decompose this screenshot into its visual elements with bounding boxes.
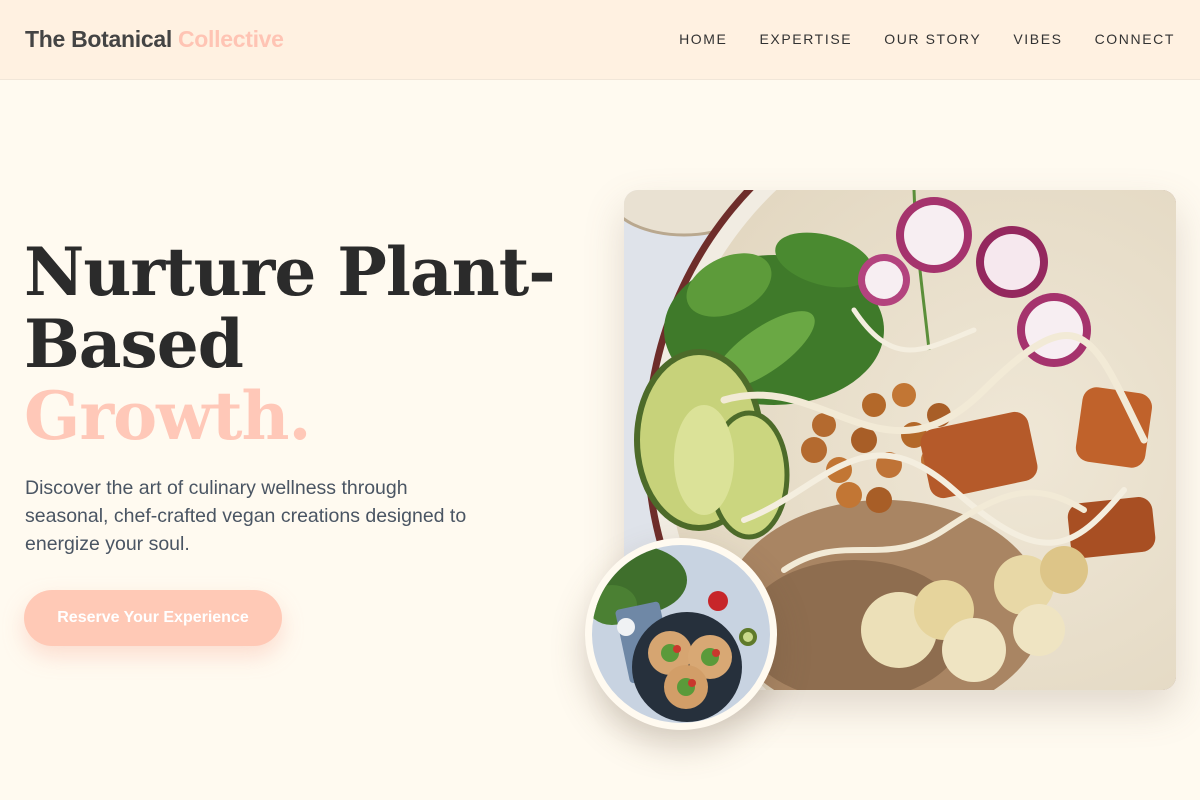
hero-title-line-1: Nurture Plant- (24, 233, 556, 311)
main-nav: HOME EXPERTISE OUR STORY VIBES CONNECT (679, 31, 1175, 47)
brand-logo[interactable]: The Botanical Collective (25, 26, 284, 53)
nav-connect[interactable]: CONNECT (1095, 31, 1175, 47)
reserve-experience-button[interactable]: Reserve Your Experience (24, 590, 282, 646)
brand-name-main: The Botanical (25, 26, 172, 52)
brand-name-accent: Collective (178, 26, 284, 52)
hero-title: Nurture Plant- Based Growth. (24, 236, 564, 452)
nav-our-story[interactable]: OUR STORY (884, 31, 981, 47)
hero-title-line-2: Based (24, 305, 244, 383)
tacos-plate-illustration (592, 545, 770, 723)
nav-vibes[interactable]: VIBES (1013, 31, 1062, 47)
nav-home[interactable]: HOME (679, 31, 727, 47)
tacos-thumbnail-image (585, 538, 777, 730)
hero-description: Discover the art of culinary wellness th… (25, 477, 467, 555)
site-header: The Botanical Collective HOME EXPERTISE … (0, 0, 1200, 80)
hero-title-highlight: Growth. (24, 377, 311, 455)
nav-expertise[interactable]: EXPERTISE (759, 31, 852, 47)
